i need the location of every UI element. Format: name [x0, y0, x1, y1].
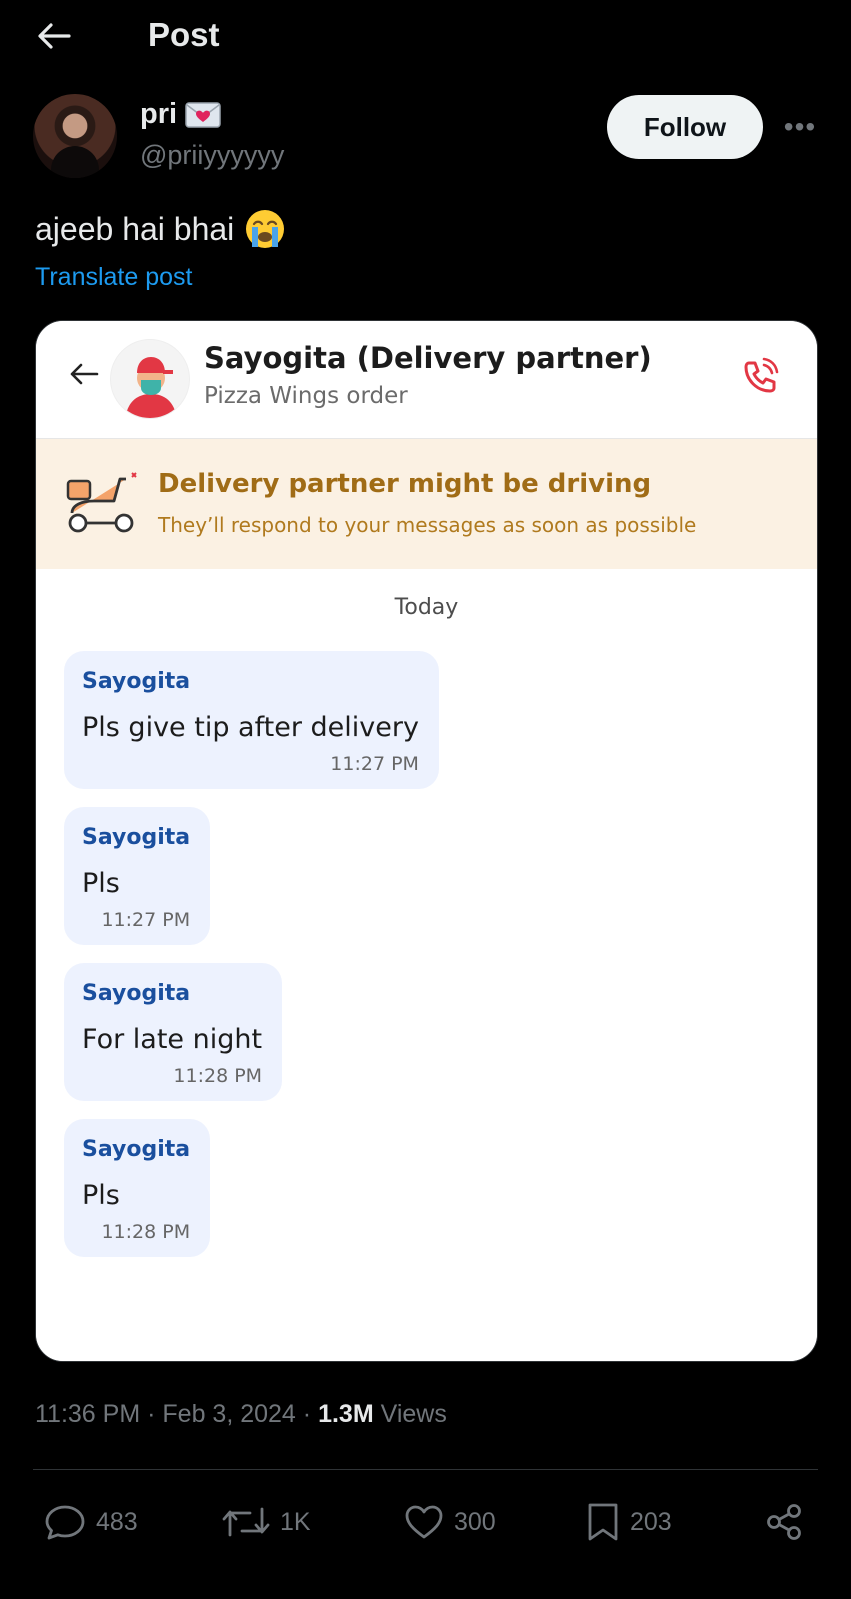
- rider-icon: [125, 357, 177, 418]
- message-bubble: Sayogita For late night 11:28 PM: [64, 963, 283, 1101]
- meta-separator: ·: [302, 1400, 312, 1428]
- call-button: [738, 355, 782, 399]
- views-count[interactable]: 1.3M: [318, 1400, 374, 1428]
- crying-face-icon: [246, 210, 285, 248]
- banner-subtitle: They’ll respond to your messages as soon…: [158, 513, 697, 537]
- top-bar: Post: [0, 0, 851, 74]
- like-button[interactable]: 300: [404, 1500, 496, 1544]
- bookmark-icon: [588, 1503, 618, 1541]
- message-sender: Sayogita: [82, 1137, 191, 1162]
- envelope-heart-icon: [185, 101, 221, 128]
- bookmark-count: 203: [630, 1507, 672, 1536]
- views-label[interactable]: Views: [381, 1400, 447, 1428]
- author-handle[interactable]: @priiyyyyyy: [140, 140, 284, 171]
- message-time: 11:28 PM: [101, 1221, 191, 1243]
- back-arrow-icon: [70, 363, 99, 385]
- post-text-row: ajeeb hai bhai: [35, 208, 286, 250]
- date-divider: Today: [394, 595, 459, 620]
- reply-count: 483: [96, 1507, 138, 1536]
- post-meta: 11:36 PM · Feb 3, 2024 · 1.3M Views: [35, 1400, 447, 1429]
- message-sender: Sayogita: [82, 825, 191, 850]
- post-time[interactable]: 11:36 PM: [35, 1400, 140, 1428]
- like-icon: [405, 1505, 443, 1539]
- message-text: Pls: [82, 868, 120, 899]
- bookmark-button[interactable]: 203: [586, 1500, 672, 1544]
- message-text: Pls: [82, 1180, 120, 1211]
- back-button[interactable]: [34, 18, 74, 54]
- message-bubble: Sayogita Pls 11:28 PM: [64, 1119, 211, 1257]
- message-time: 11:28 PM: [173, 1065, 263, 1087]
- post-media-image[interactable]: Sayogita (Delivery partner) Pizza Wings …: [35, 320, 818, 1362]
- message-time: 11:27 PM: [101, 909, 191, 931]
- driving-warning-banner: Delivery partner might be driving They’l…: [36, 439, 817, 569]
- phone-icon: [744, 357, 779, 393]
- chat-title: Sayogita (Delivery partner): [204, 341, 652, 375]
- repost-button[interactable]: 1K: [222, 1500, 311, 1544]
- message-sender: Sayogita: [82, 981, 191, 1006]
- avatar[interactable]: [33, 94, 117, 178]
- post-date[interactable]: Feb 3, 2024: [162, 1400, 295, 1428]
- more-options-button[interactable]: •••: [780, 111, 820, 142]
- share-button[interactable]: [764, 1500, 804, 1544]
- delivery-partner-avatar: [110, 339, 190, 419]
- author-name-row[interactable]: pri: [140, 98, 221, 131]
- message-text: Pls give tip after delivery: [82, 712, 419, 743]
- message-bubble: Sayogita Pls 11:27 PM: [64, 807, 211, 945]
- translate-post-link[interactable]: Translate post: [35, 263, 192, 292]
- chat-back-button: [66, 359, 102, 389]
- divider: [33, 1469, 818, 1470]
- message-text: For late night: [82, 1024, 263, 1055]
- post-text: ajeeb hai bhai: [35, 210, 235, 247]
- follow-button[interactable]: Follow: [607, 95, 763, 159]
- meta-separator: ·: [147, 1400, 156, 1428]
- page-title: Post: [148, 16, 220, 53]
- reply-button[interactable]: 483: [44, 1500, 138, 1544]
- message-time: 11:27 PM: [330, 753, 419, 775]
- repost-icon: [222, 1507, 270, 1537]
- message-sender: Sayogita: [82, 669, 191, 694]
- reply-icon: [45, 1505, 85, 1540]
- chat-header: Sayogita (Delivery partner) Pizza Wings …: [36, 321, 817, 439]
- share-icon: [767, 1504, 801, 1540]
- message-bubble: Sayogita Pls give tip after delivery 11:…: [64, 651, 439, 789]
- repost-count: 1K: [280, 1507, 311, 1536]
- like-count: 300: [454, 1507, 496, 1536]
- back-arrow-icon: [38, 23, 71, 49]
- chat-subtitle: Pizza Wings order: [204, 383, 408, 409]
- author-name[interactable]: pri: [140, 98, 177, 131]
- chat-messages: Today Sayogita Pls give tip after delive…: [36, 569, 817, 1361]
- banner-title: Delivery partner might be driving: [158, 469, 652, 499]
- scooter-icon: [66, 472, 137, 533]
